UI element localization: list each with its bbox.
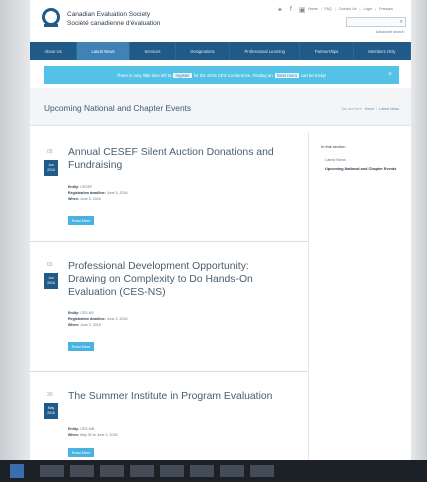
close-icon[interactable]: × bbox=[388, 71, 392, 78]
breadcrumb: You are here: Home / Latest News bbox=[341, 107, 399, 111]
banner-text-middle: for the 2016 CES Conference. Finding an bbox=[193, 72, 273, 78]
utility-link-contact[interactable]: Contact Us bbox=[335, 7, 357, 11]
event-deadline: June 5, 2016 bbox=[106, 191, 128, 195]
utility-link-faq[interactable]: FAQ bbox=[321, 7, 332, 11]
advanced-search-link[interactable]: Advanced search bbox=[376, 30, 404, 34]
taskbar-app[interactable] bbox=[70, 465, 94, 477]
entity-label: Entity: bbox=[68, 185, 80, 189]
deadline-label: Registration deadline: bbox=[68, 317, 106, 321]
utility-link-francais[interactable]: Français bbox=[375, 7, 393, 11]
sidebar-heading: In this section bbox=[321, 144, 346, 149]
deadline-label: Registration deadline: bbox=[68, 191, 106, 195]
event-date-badge: May 2016 bbox=[44, 403, 58, 419]
event-meta: Entity: CES-MB When: May 30 to June 3, 2… bbox=[68, 426, 118, 438]
taskbar-app[interactable] bbox=[160, 465, 184, 477]
event-title[interactable]: Professional Development Opportunity: Dr… bbox=[68, 260, 288, 299]
event-date-badge: Jun 2016 bbox=[44, 160, 58, 176]
search-icon[interactable]: ⌕ bbox=[400, 19, 403, 26]
sidebar-item-upcoming-events[interactable]: Upcoming National and Chapter Events bbox=[325, 167, 405, 172]
event-day: 05 bbox=[47, 149, 53, 155]
breadcrumb-label: You are here: bbox=[341, 107, 363, 111]
facebook-icon[interactable]: f bbox=[290, 6, 292, 14]
when-label: When: bbox=[68, 197, 79, 201]
event-meta: Entity: CES-NS Registration deadline: Ju… bbox=[68, 310, 128, 328]
breadcrumb-separator: / bbox=[376, 107, 378, 111]
event-year: 2016 bbox=[47, 411, 55, 415]
event-entity: CES-NS bbox=[80, 311, 94, 315]
nav-item-services[interactable]: Services bbox=[130, 42, 176, 60]
entity-label: Entity: bbox=[68, 427, 80, 431]
org-name-fr: Société canadienne d'évaluation bbox=[67, 20, 161, 27]
taskbar-app[interactable] bbox=[190, 465, 214, 477]
sidebar-item-latest-news[interactable]: Latest News bbox=[325, 158, 405, 163]
twitter-icon[interactable]: ✦ bbox=[277, 6, 283, 14]
taskbar-app[interactable] bbox=[250, 465, 274, 477]
start-button[interactable] bbox=[10, 464, 24, 478]
breadcrumb-home[interactable]: Home bbox=[365, 107, 375, 111]
event-date-badge: Jun 2016 bbox=[44, 273, 58, 289]
entity-label: Entity: bbox=[68, 311, 80, 315]
banner-link-hotel[interactable]: hotel room bbox=[274, 72, 299, 78]
read-more-button[interactable]: Read More bbox=[68, 448, 94, 457]
taskbar-app[interactable] bbox=[130, 465, 154, 477]
utility-link-home[interactable]: Home bbox=[308, 7, 318, 11]
page-title-bar: Upcoming National and Chapter Events You… bbox=[30, 88, 411, 126]
event-day: 30 bbox=[47, 392, 53, 398]
utility-link-login[interactable]: Login bbox=[359, 7, 372, 11]
banner-text-after: can be tricky! bbox=[300, 72, 327, 78]
nav-item-members-only[interactable]: Members Only bbox=[354, 42, 411, 60]
banner-link-register[interactable]: register bbox=[173, 72, 192, 78]
when-label: When: bbox=[68, 323, 79, 327]
event-card: 05 Jun 2016 Annual CESEF Silent Auction … bbox=[30, 132, 308, 242]
event-entity: CES-MB bbox=[80, 427, 95, 431]
alert-banner: There is very little time left to regist… bbox=[44, 66, 399, 84]
event-year: 2016 bbox=[47, 168, 55, 172]
site-header: Canadian Evaluation Society Société cana… bbox=[30, 0, 411, 42]
event-day: 03 bbox=[47, 262, 53, 268]
nav-item-about-us[interactable]: About Us bbox=[30, 42, 78, 60]
taskbar-app[interactable] bbox=[220, 465, 244, 477]
main-nav: About Us Latest News Services Designatio… bbox=[30, 42, 411, 60]
event-deadline: June 3, 2016 bbox=[106, 317, 128, 321]
nav-item-partnerships[interactable]: Partnerships bbox=[300, 42, 354, 60]
event-card: 30 May 2016 The Summer Institute in Prog… bbox=[30, 372, 308, 460]
event-list: 05 Jun 2016 Annual CESEF Silent Auction … bbox=[30, 132, 308, 460]
social-links: ✦ f ▣ bbox=[277, 6, 305, 14]
event-entity: CESEF bbox=[80, 185, 93, 189]
event-when: May 30 to June 3, 2016 bbox=[79, 433, 118, 437]
web-page: Canadian Evaluation Society Société cana… bbox=[30, 0, 411, 460]
when-label: When: bbox=[68, 433, 79, 437]
nav-item-designations[interactable]: Designations bbox=[176, 42, 231, 60]
read-more-button[interactable]: Read More bbox=[68, 342, 94, 351]
ces-logo-icon[interactable] bbox=[41, 8, 61, 28]
os-taskbar bbox=[0, 460, 427, 482]
org-name-en: Canadian Evaluation Society bbox=[67, 11, 151, 18]
nav-item-professional-learning[interactable]: Professional Learning bbox=[230, 42, 301, 60]
browser-background-right bbox=[411, 0, 427, 460]
taskbar-app[interactable] bbox=[100, 465, 124, 477]
utility-links: Home FAQ Contact Us Login Français bbox=[308, 7, 393, 11]
search-input[interactable]: ⌕ bbox=[346, 17, 406, 27]
event-when: June 3, 2016 bbox=[79, 323, 101, 327]
section-sidebar: In this section Latest News Upcoming Nat… bbox=[308, 132, 411, 460]
event-when: June 5, 2016 bbox=[79, 197, 101, 201]
event-title[interactable]: Annual CESEF Silent Auction Donations an… bbox=[68, 146, 288, 172]
nav-item-latest-news[interactable]: Latest News bbox=[77, 42, 131, 60]
event-title[interactable]: The Summer Institute in Program Evaluati… bbox=[68, 390, 288, 403]
browser-background-left bbox=[0, 0, 30, 460]
linkedin-icon[interactable]: ▣ bbox=[299, 6, 306, 14]
page-title: Upcoming National and Chapter Events bbox=[44, 103, 192, 113]
banner-text-before: There is very little time left to bbox=[116, 72, 172, 78]
taskbar-app[interactable] bbox=[40, 465, 64, 477]
read-more-button[interactable]: Read More bbox=[68, 216, 94, 225]
breadcrumb-current[interactable]: Latest News bbox=[379, 107, 399, 111]
event-meta: Entity: CESEF Registration deadline: Jun… bbox=[68, 184, 128, 202]
event-card: 03 Jun 2016 Professional Development Opp… bbox=[30, 242, 308, 372]
event-year: 2016 bbox=[47, 281, 55, 285]
